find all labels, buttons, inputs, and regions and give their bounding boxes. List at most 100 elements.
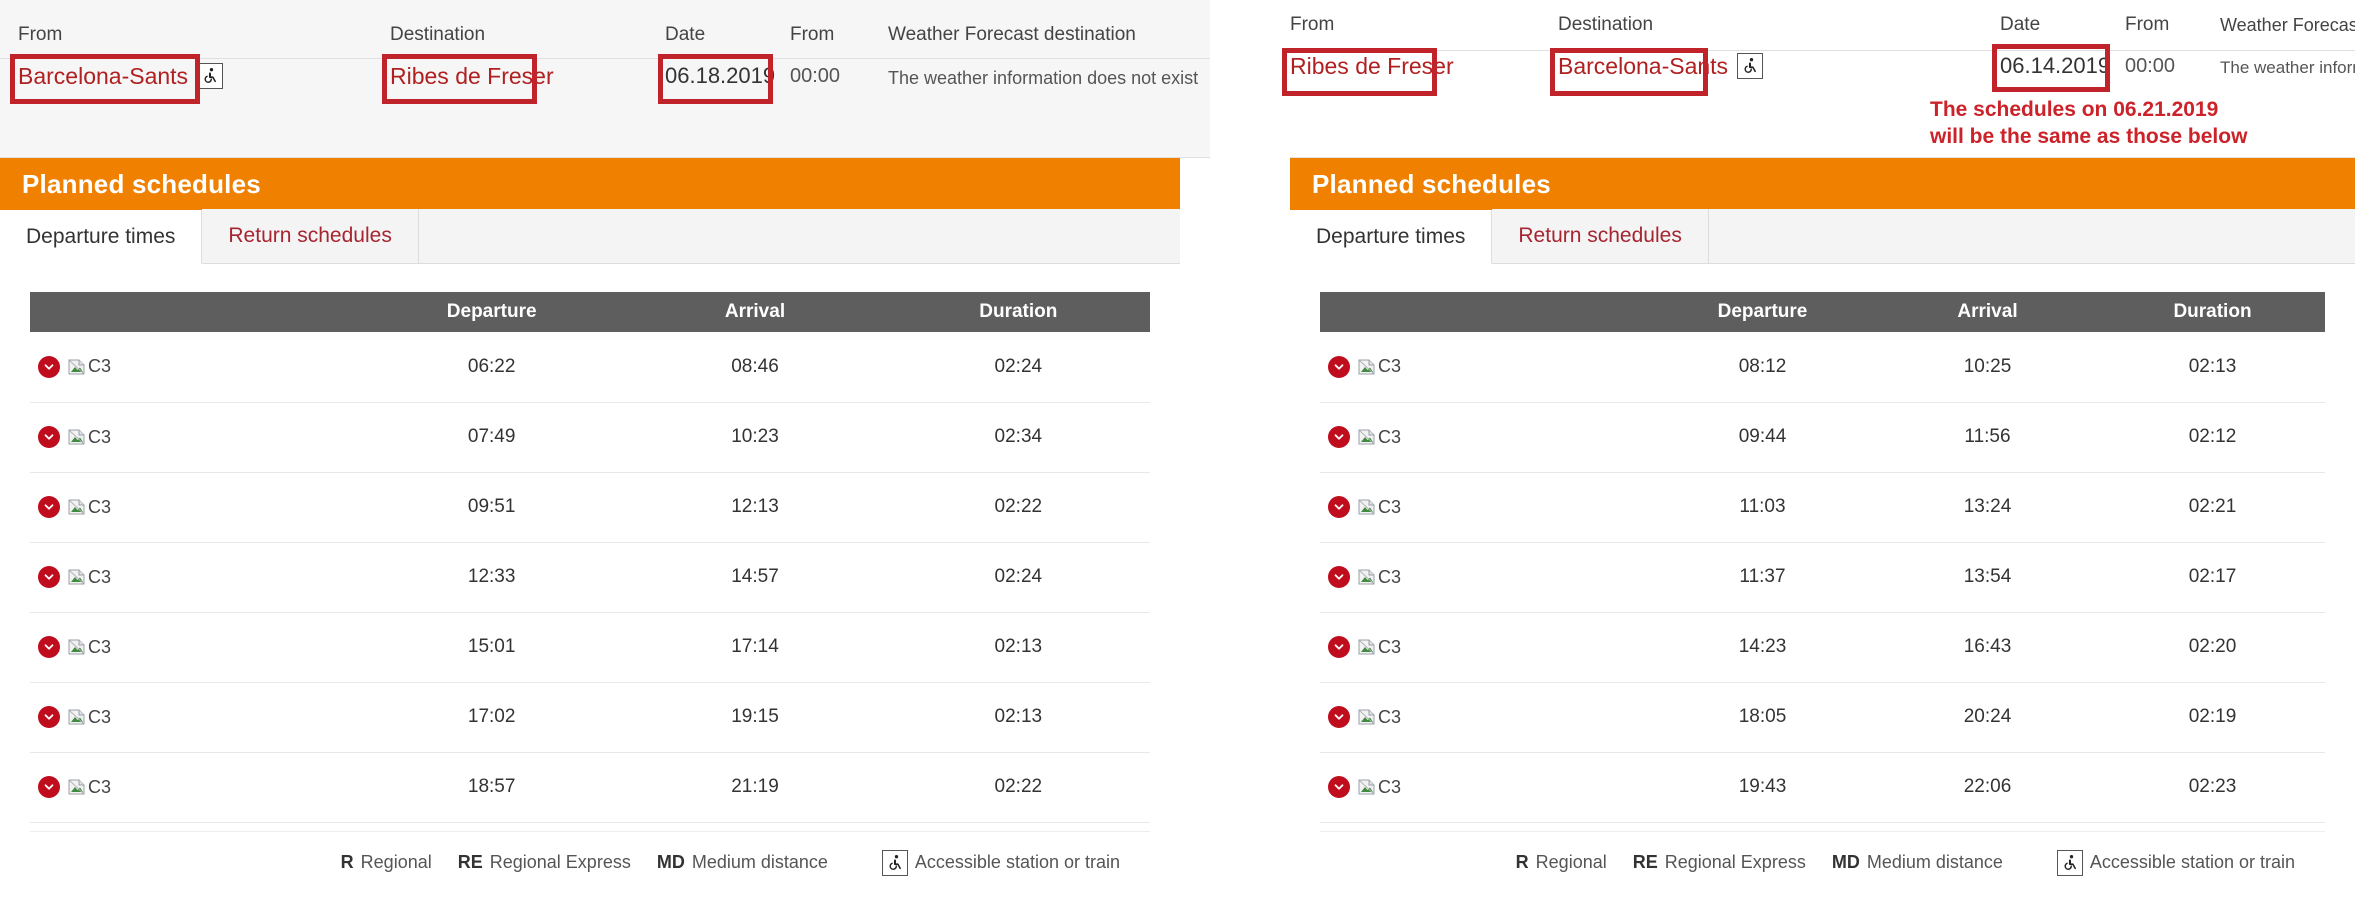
left-destination-field[interactable]: Destination Ribes de Freser xyxy=(390,24,554,90)
legend-code-r: R xyxy=(1515,852,1529,872)
row-line-cell: C3 xyxy=(1320,402,1650,473)
table-row[interactable]: C3 11:03 13:24 02:21 xyxy=(1320,472,2325,543)
left-time-value: 00:00 xyxy=(790,65,841,87)
expand-row-icon[interactable] xyxy=(1328,566,1350,588)
row-duration: 02:13 xyxy=(886,612,1150,683)
left-schedule-table: Departure Arrival Duration C3 06:22 08:46 0… xyxy=(30,292,1150,823)
right-date-field[interactable]: Date 06.14.2019 xyxy=(2000,14,2110,80)
line-badge-image: C3 xyxy=(1358,427,1401,448)
right-weather-value-row: The weather information does not exist xyxy=(2220,54,2355,82)
row-departure-time: 09:44 xyxy=(1650,402,1875,473)
table-row[interactable]: C3 09:44 11:56 02:12 xyxy=(1320,402,2325,473)
left-from-value-row: Barcelona-Sants xyxy=(18,62,224,90)
right-time-label: From xyxy=(2125,14,2170,35)
row-duration: 02:13 xyxy=(886,682,1150,753)
table-row[interactable]: C3 14:23 16:43 02:20 xyxy=(1320,612,2325,683)
table-row[interactable]: C3 09:51 12:13 02:22 xyxy=(30,472,1150,543)
expand-row-icon[interactable] xyxy=(1328,355,1350,378)
row-departure-time: 15:01 xyxy=(360,612,624,683)
line-badge-image: C3 xyxy=(1358,637,1401,658)
col-header-duration: Duration xyxy=(2100,292,2325,332)
expand-row-icon[interactable] xyxy=(38,426,60,448)
tab-return-schedules[interactable]: Return schedules xyxy=(1492,209,1709,263)
left-search-summary-fields: From Barcelona-Sants Destination Ribes d… xyxy=(0,0,1210,157)
expand-row-icon[interactable] xyxy=(38,776,60,798)
right-weather-label: Weather Forecast destination xyxy=(2220,15,2355,35)
expand-row-icon[interactable] xyxy=(38,636,60,658)
table-row[interactable]: C3 17:02 19:15 02:13 xyxy=(30,682,1150,753)
line-badge-image: C3 xyxy=(1358,497,1401,518)
legend-code-md: MD xyxy=(1831,852,1860,872)
expand-row-icon[interactable] xyxy=(1328,636,1350,658)
right-from-value-row: Ribes de Freser xyxy=(1290,52,1454,80)
line-badge-alt-text: C3 xyxy=(1378,426,1402,447)
left-weather-value-row: The weather information does not exist xyxy=(888,64,1198,92)
expand-row-icon[interactable] xyxy=(38,706,60,728)
right-time-value-row: 00:00 xyxy=(2125,52,2175,80)
left-date-value: 06.18.2019 xyxy=(665,63,776,88)
right-result-panel: From Ribes de Freser Destination Barcelo… xyxy=(1282,0,2355,905)
expand-row-icon[interactable] xyxy=(1328,776,1350,798)
right-time-field[interactable]: From 00:00 xyxy=(2125,14,2175,80)
table-row[interactable]: C3 15:01 17:14 02:13 xyxy=(30,612,1150,683)
row-departure-time: 06:22 xyxy=(360,332,624,403)
expand-row-icon[interactable] xyxy=(38,496,60,518)
right-from-label: From xyxy=(1290,14,1335,35)
row-line-cell: C3 xyxy=(1320,612,1650,683)
table-row[interactable]: C3 19:43 22:06 02:23 xyxy=(1320,752,2325,823)
line-badge-alt-text: C3 xyxy=(88,776,112,797)
line-badge-alt-text: C3 xyxy=(88,706,112,727)
expand-row-icon[interactable] xyxy=(1328,496,1350,518)
tab-departure-times[interactable]: Departure times xyxy=(0,210,203,264)
expand-row-icon[interactable] xyxy=(38,355,60,378)
tab-return-schedules[interactable]: Return schedules xyxy=(202,209,419,263)
expand-row-icon[interactable] xyxy=(38,566,60,588)
right-destination-field[interactable]: Destination Barcelona-Sants xyxy=(1558,14,1764,80)
left-from-field[interactable]: From Barcelona-Sants xyxy=(18,24,224,90)
table-row[interactable]: C3 11:37 13:54 02:17 xyxy=(1320,542,2325,613)
left-destination-value-row: Ribes de Freser xyxy=(390,62,554,90)
right-table-head: Departure Arrival Duration xyxy=(1320,292,2325,332)
left-date-label: Date xyxy=(665,24,706,45)
right-schedules-card: Planned schedules Departure times Return… xyxy=(1290,158,2355,892)
line-badge-image: C3 xyxy=(1358,707,1401,728)
row-line-cell: C3 xyxy=(30,402,360,473)
expand-row-icon[interactable] xyxy=(1328,426,1350,448)
right-table-wrap: Departure Arrival Duration C3 08:12 10:25 0… xyxy=(1290,264,2355,892)
col-header-duration: Duration xyxy=(886,292,1150,332)
table-row[interactable]: C3 06:22 08:46 02:24 xyxy=(30,332,1150,403)
row-line-cell: C3 xyxy=(30,752,360,823)
row-line-cell: C3 xyxy=(30,332,360,403)
left-from-value: Barcelona-Sants xyxy=(18,63,189,89)
row-arrival-time: 21:19 xyxy=(623,752,887,823)
right-from-field[interactable]: From Ribes de Freser xyxy=(1290,14,1454,80)
line-badge-alt-text: C3 xyxy=(1378,566,1402,587)
row-departure-time: 07:49 xyxy=(360,402,624,473)
table-row[interactable]: C3 07:49 10:23 02:34 xyxy=(30,402,1150,473)
table-row[interactable]: C3 08:12 10:25 02:13 xyxy=(1320,332,2325,403)
right-legend: R Regional RE Regional Express MD Medium… xyxy=(1320,830,2325,892)
line-badge-alt-text: C3 xyxy=(1378,356,1402,377)
left-time-label: From xyxy=(790,24,835,45)
line-badge-image: C3 xyxy=(68,777,111,798)
broken-image-icon xyxy=(1358,568,1376,586)
table-row[interactable]: C3 18:57 21:19 02:22 xyxy=(30,752,1150,823)
broken-image-icon xyxy=(1358,638,1376,656)
table-row[interactable]: C3 12:33 14:57 02:24 xyxy=(30,542,1150,613)
row-arrival-time: 10:23 xyxy=(623,402,887,473)
expand-row-icon[interactable] xyxy=(1328,706,1350,728)
broken-image-icon xyxy=(68,638,86,656)
row-line-cell: C3 xyxy=(1320,752,1650,823)
wheelchair-icon xyxy=(2056,849,2083,876)
col-header-line xyxy=(30,292,360,332)
line-badge-alt-text: C3 xyxy=(88,496,112,517)
table-row[interactable]: C3 18:05 20:24 02:19 xyxy=(1320,682,2325,753)
row-duration: 02:12 xyxy=(2100,402,2325,473)
left-date-field[interactable]: Date 06.18.2019 xyxy=(665,24,775,90)
tab-return-schedules-label: Return schedules xyxy=(228,224,392,247)
row-duration: 02:23 xyxy=(2100,752,2325,823)
left-time-field[interactable]: From 00:00 xyxy=(790,24,840,90)
row-line-cell: C3 xyxy=(1320,472,1650,543)
wheelchair-icon xyxy=(1737,53,1764,79)
tab-departure-times[interactable]: Departure times xyxy=(1290,210,1493,264)
